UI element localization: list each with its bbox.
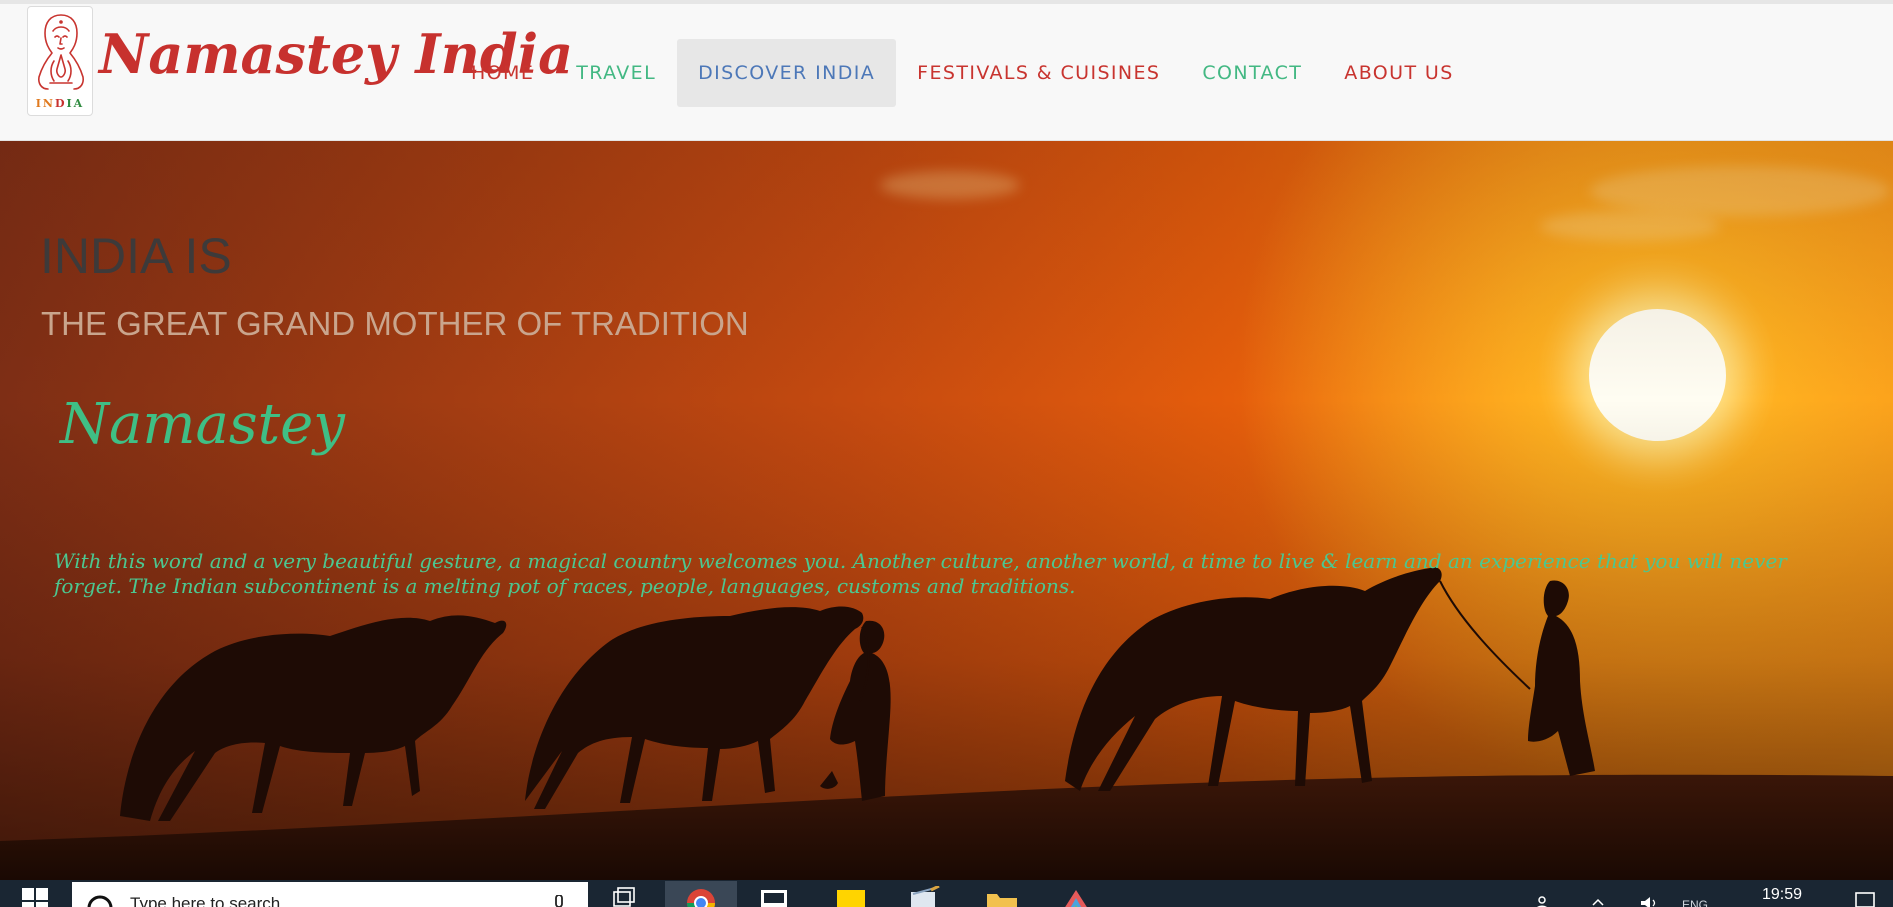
notification-icon[interactable] <box>1855 892 1875 907</box>
paint-icon[interactable] <box>1056 886 1096 907</box>
chevron-up-icon[interactable] <box>1592 896 1604 906</box>
nav-item-festivals-cuisines[interactable]: FESTIVALS & CUISINES <box>896 39 1181 107</box>
task-view-icon[interactable] <box>606 886 646 907</box>
site-logo[interactable]: INDIA <box>27 6 93 116</box>
taskbar-clock[interactable]: 19:59 <box>1762 886 1802 904</box>
nav-item-about-us[interactable]: ABOUT US <box>1323 39 1474 107</box>
taskbar-search-placeholder: Type here to search <box>130 894 281 907</box>
nav-item-home[interactable]: HOME <box>450 39 555 107</box>
language-indicator[interactable]: ENG <box>1682 898 1708 907</box>
notepad-icon[interactable] <box>905 886 945 907</box>
page: INDIA Namastey India HOME TRAVEL DISCOVE… <box>0 0 1893 907</box>
chrome-icon <box>687 889 715 907</box>
terminal-icon[interactable] <box>757 886 797 907</box>
hero-subtitle: THE GREAT GRAND MOTHER OF TRADITION <box>41 305 749 342</box>
site-header: INDIA Namastey India HOME TRAVEL DISCOVE… <box>0 0 1893 141</box>
hero-title: INDIA IS <box>40 228 232 284</box>
hero-description: With this word and a very beautiful gest… <box>54 549 1787 598</box>
nav-item-contact[interactable]: CONTACT <box>1181 39 1323 107</box>
nav-item-discover-india[interactable]: DISCOVER INDIA <box>677 39 897 107</box>
hero-greeting: Namastey <box>60 392 345 457</box>
logo-word-part: IA <box>66 97 85 110</box>
logo-word-part: D <box>54 97 67 110</box>
search-icon <box>87 895 113 907</box>
sticky-notes-icon[interactable] <box>833 886 873 907</box>
namaste-woman-icon <box>38 14 84 90</box>
logo-word-part: IN <box>35 97 55 110</box>
microphone-icon[interactable] <box>552 895 566 907</box>
main-nav: HOME TRAVEL DISCOVER INDIA FESTIVALS & C… <box>450 39 1475 107</box>
chrome-app-tile[interactable] <box>665 881 737 907</box>
logo-wordmark: INDIA <box>28 97 92 110</box>
file-explorer-icon[interactable] <box>983 886 1023 907</box>
taskbar-search-box[interactable]: Type here to search <box>72 882 588 907</box>
hero-banner: INDIA IS THE GREAT GRAND MOTHER OF TRADI… <box>0 141 1893 880</box>
windows-taskbar: Type here to search ENG 19:59 <box>0 880 1893 907</box>
people-icon[interactable] <box>1535 896 1549 907</box>
camel-caravan-silhouette <box>0 567 1893 880</box>
volume-icon[interactable] <box>1640 896 1660 907</box>
nav-item-travel[interactable]: TRAVEL <box>555 39 677 107</box>
windows-start-icon[interactable] <box>22 888 48 907</box>
